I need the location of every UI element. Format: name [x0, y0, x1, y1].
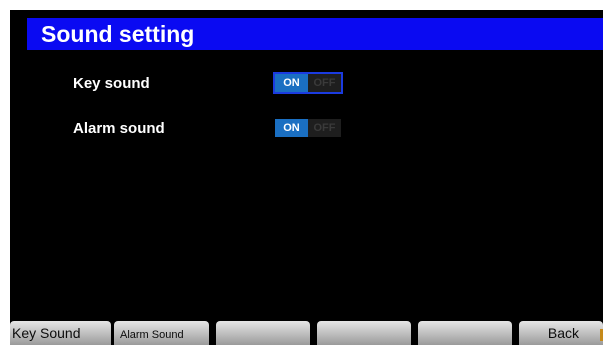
softkey-back[interactable]: Back [519, 321, 603, 345]
softkey-key-sound[interactable]: Key Sound [10, 321, 111, 345]
softkey-label: Back [547, 325, 579, 341]
softkey-alarm-sound[interactable]: Alarm Sound [114, 321, 209, 345]
key-sound-off-option[interactable]: OFF [308, 74, 341, 92]
alarm-sound-label: Alarm sound [73, 120, 165, 137]
key-sound-label: Key sound [73, 75, 150, 92]
softkey-4[interactable] [317, 321, 411, 345]
softkey-bar: Key Sound Alarm Sound Back [10, 321, 603, 345]
key-sound-toggle[interactable]: ON OFF [273, 72, 343, 94]
alarm-sound-on-option[interactable]: ON [275, 119, 308, 137]
key-sound-on-option[interactable]: ON [275, 74, 308, 92]
alarm-sound-off-option[interactable]: OFF [308, 119, 341, 137]
alarm-sound-toggle[interactable]: ON OFF [273, 117, 343, 139]
softkey-label: Alarm Sound [120, 329, 184, 341]
softkey-3[interactable] [216, 321, 310, 345]
instrument-screen: Sound setting Key sound ON OFF Alarm sou… [10, 10, 603, 345]
softkey-5[interactable] [418, 321, 512, 345]
title-bar: Sound setting [27, 18, 603, 50]
page-title: Sound setting [41, 21, 195, 47]
softkey-label: Key Sound [12, 325, 81, 341]
